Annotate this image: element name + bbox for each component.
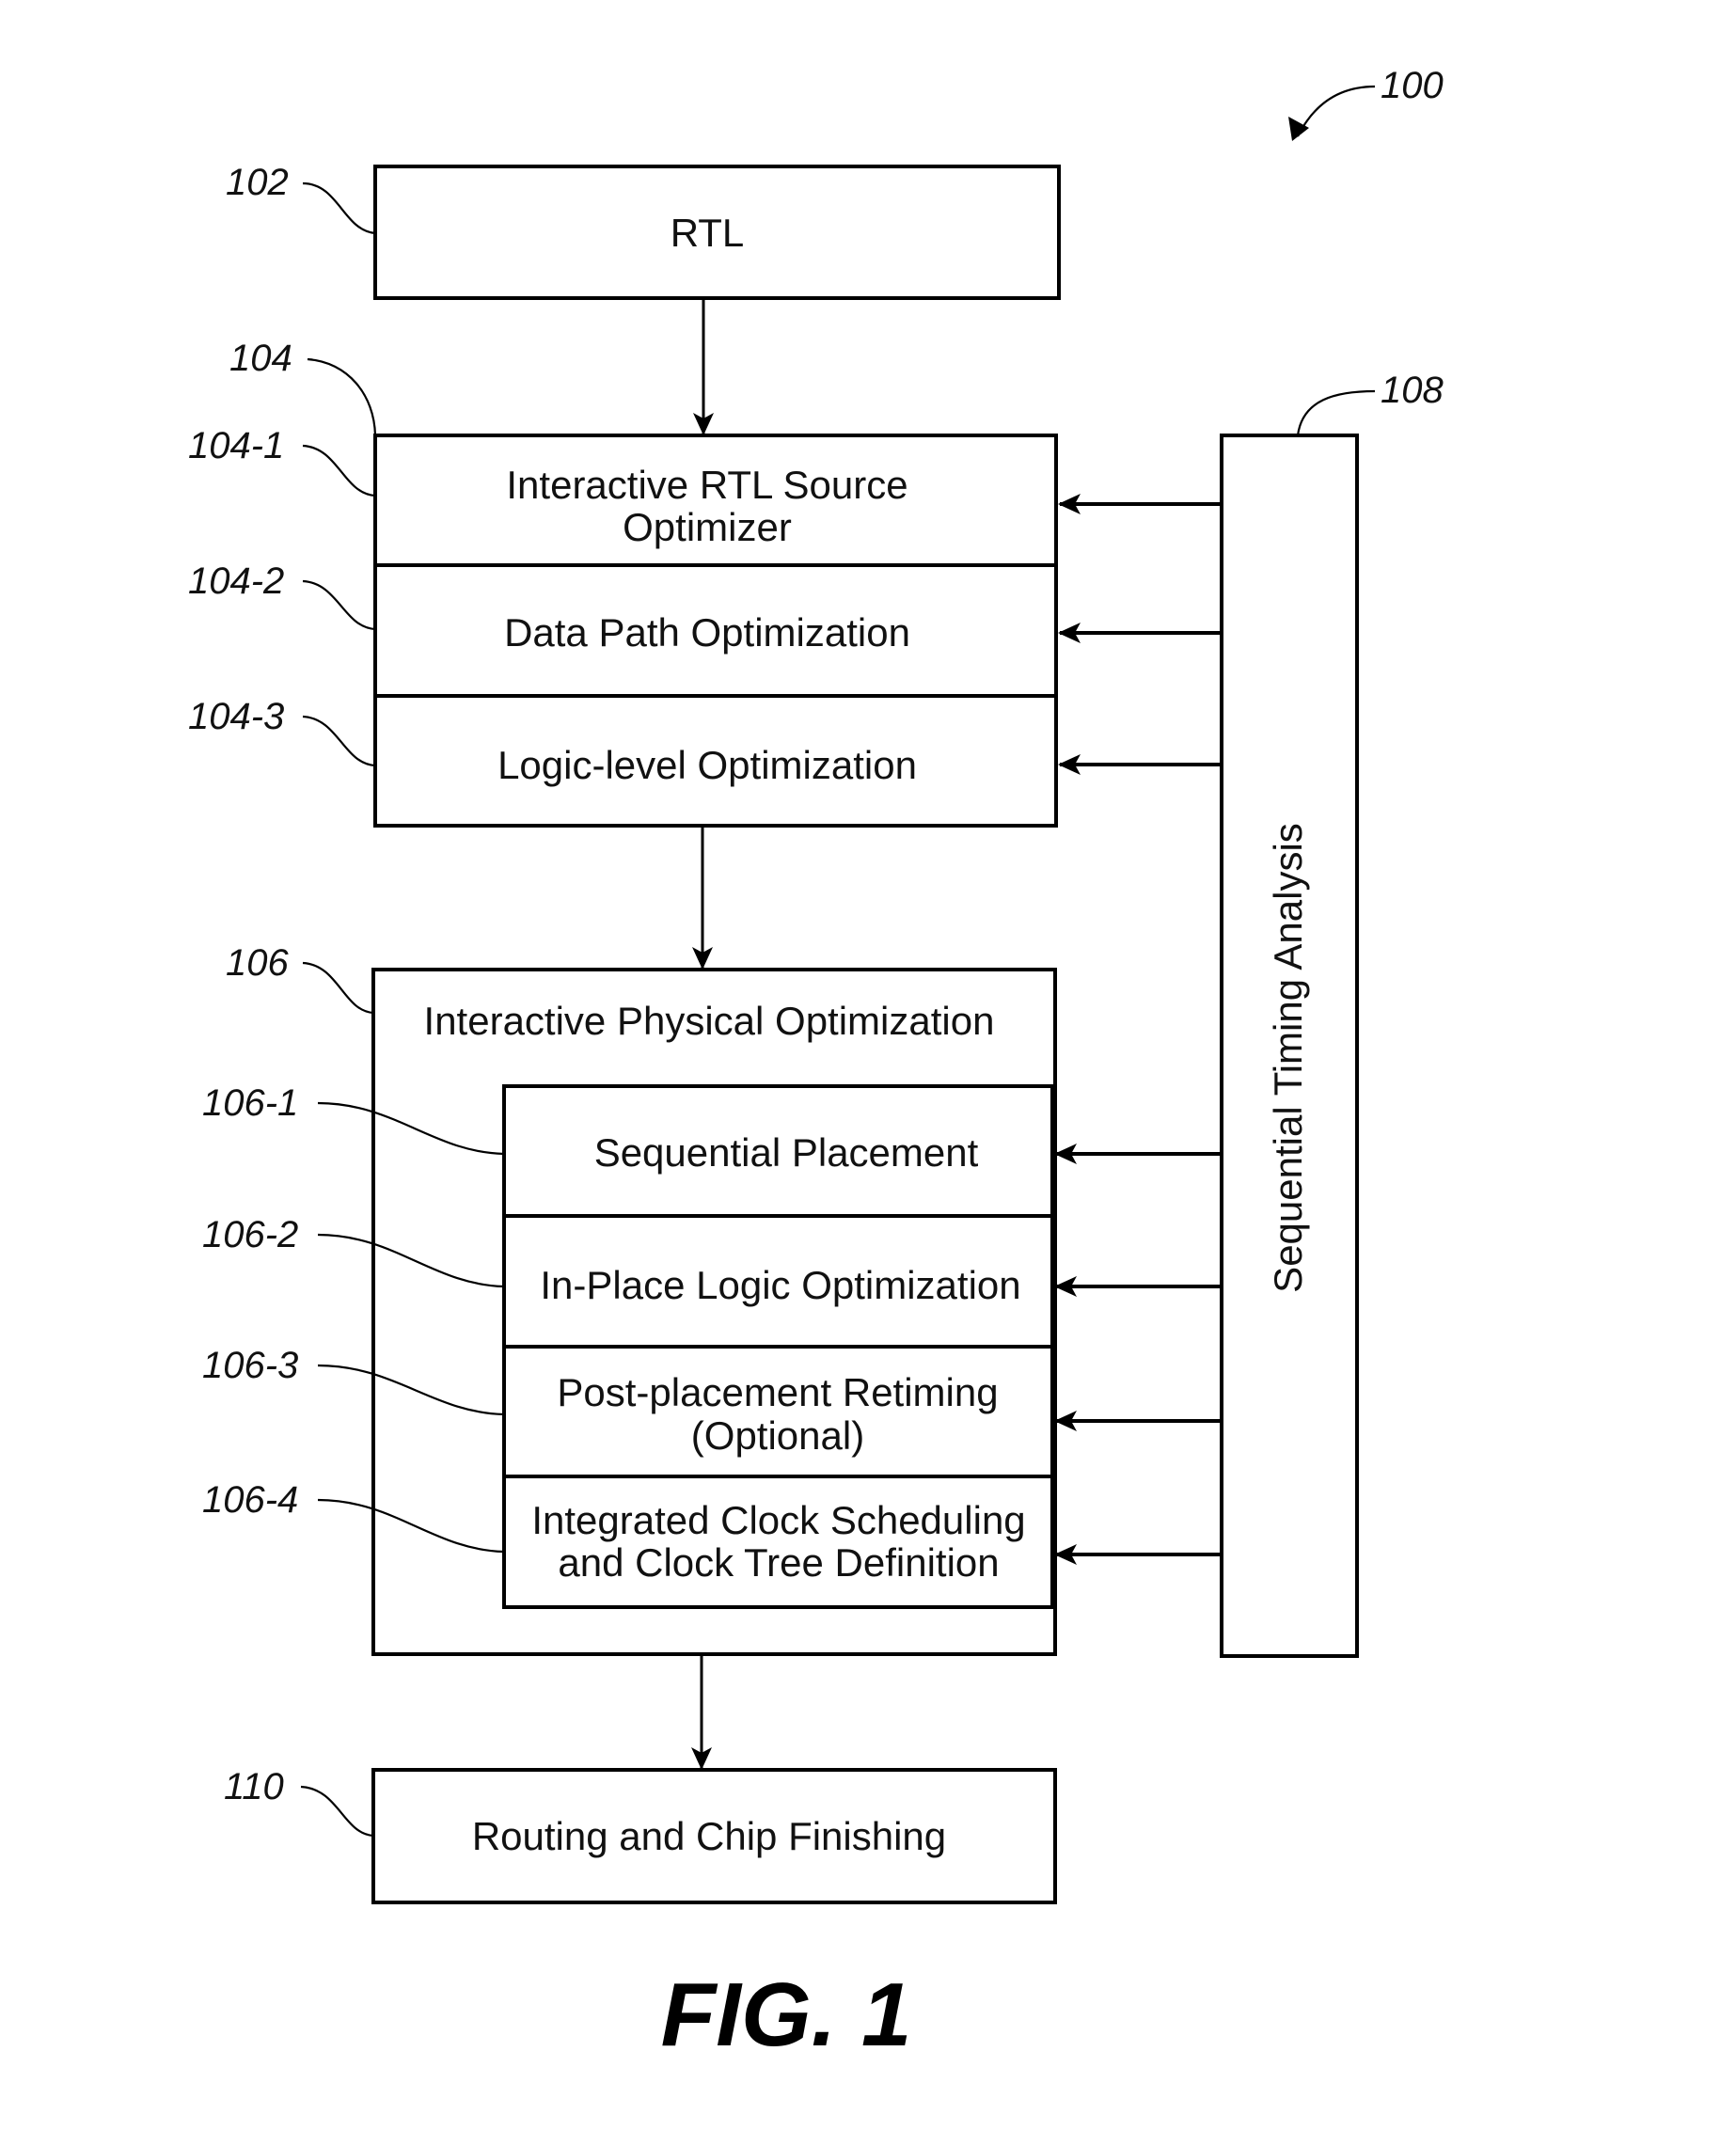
figure-ref-label: 100 (1381, 65, 1444, 106)
stage-clock-scheduling-line1: Integrated Clock Scheduling (531, 1498, 1025, 1542)
stage-106-2-ref: 106-2 (202, 1214, 298, 1255)
stage-post-placement-retiming-line2: (Optional) (691, 1413, 864, 1458)
figure-ref-arrow (1297, 85, 1376, 137)
timing-analysis-label: Sequential Timing Analysis (1266, 823, 1310, 1293)
timing-leader-line (1296, 389, 1376, 436)
stage-clock-scheduling-line2: and Clock Tree Definition (558, 1540, 999, 1585)
stage-rtl-source-optimizer-line2: Optimizer (623, 505, 792, 549)
stage-in-place-logic-optimization: In-Place Logic Optimization (540, 1263, 1020, 1307)
stage-post-placement-retiming-line1: Post-placement Retiming (557, 1370, 998, 1414)
stage-104-2-leader (302, 579, 376, 631)
stage-data-path-optimization: Data Path Optimization (504, 610, 910, 655)
stage-logic-level-optimization: Logic-level Optimization (497, 743, 917, 787)
routing-leader-line (300, 1785, 374, 1838)
figure-caption: FIG. 1 (661, 1965, 912, 2065)
routing-ref-label: 110 (224, 1766, 284, 1807)
physical-block-ref-label: 106 (226, 942, 289, 984)
routing-label: Routing and Chip Finishing (472, 1814, 946, 1858)
stage-104-1-ref: 104-1 (188, 425, 284, 466)
logic-block-ref-label: 104 (229, 338, 292, 379)
stage-106-1-ref: 106-1 (202, 1082, 298, 1124)
figure-ref-arrowhead (1288, 117, 1309, 141)
stage-104-3-leader (302, 715, 376, 767)
rtl-ref-label: 102 (226, 162, 289, 203)
timing-ref-label: 108 (1381, 370, 1444, 411)
stage-106-4-ref: 106-4 (202, 1479, 298, 1521)
stage-rtl-source-optimizer-line1: Interactive RTL Source (506, 463, 907, 507)
physical-block-leader-line (302, 961, 374, 1015)
rtl-label: RTL (671, 211, 745, 255)
stage-106-3-ref: 106-3 (202, 1345, 298, 1386)
logic-block-leader-line (307, 357, 377, 436)
rtl-leader-line (302, 181, 376, 235)
flow-diagram: 100 RTL 102 104 Interactive RTL Source O… (188, 65, 1444, 2065)
physical-optimization-title: Interactive Physical Optimization (424, 999, 995, 1043)
stage-sequential-placement: Sequential Placement (594, 1130, 979, 1175)
stage-104-3-ref: 104-3 (188, 696, 284, 737)
stage-104-2-ref: 104-2 (188, 560, 284, 602)
stage-104-1-leader (302, 444, 376, 497)
